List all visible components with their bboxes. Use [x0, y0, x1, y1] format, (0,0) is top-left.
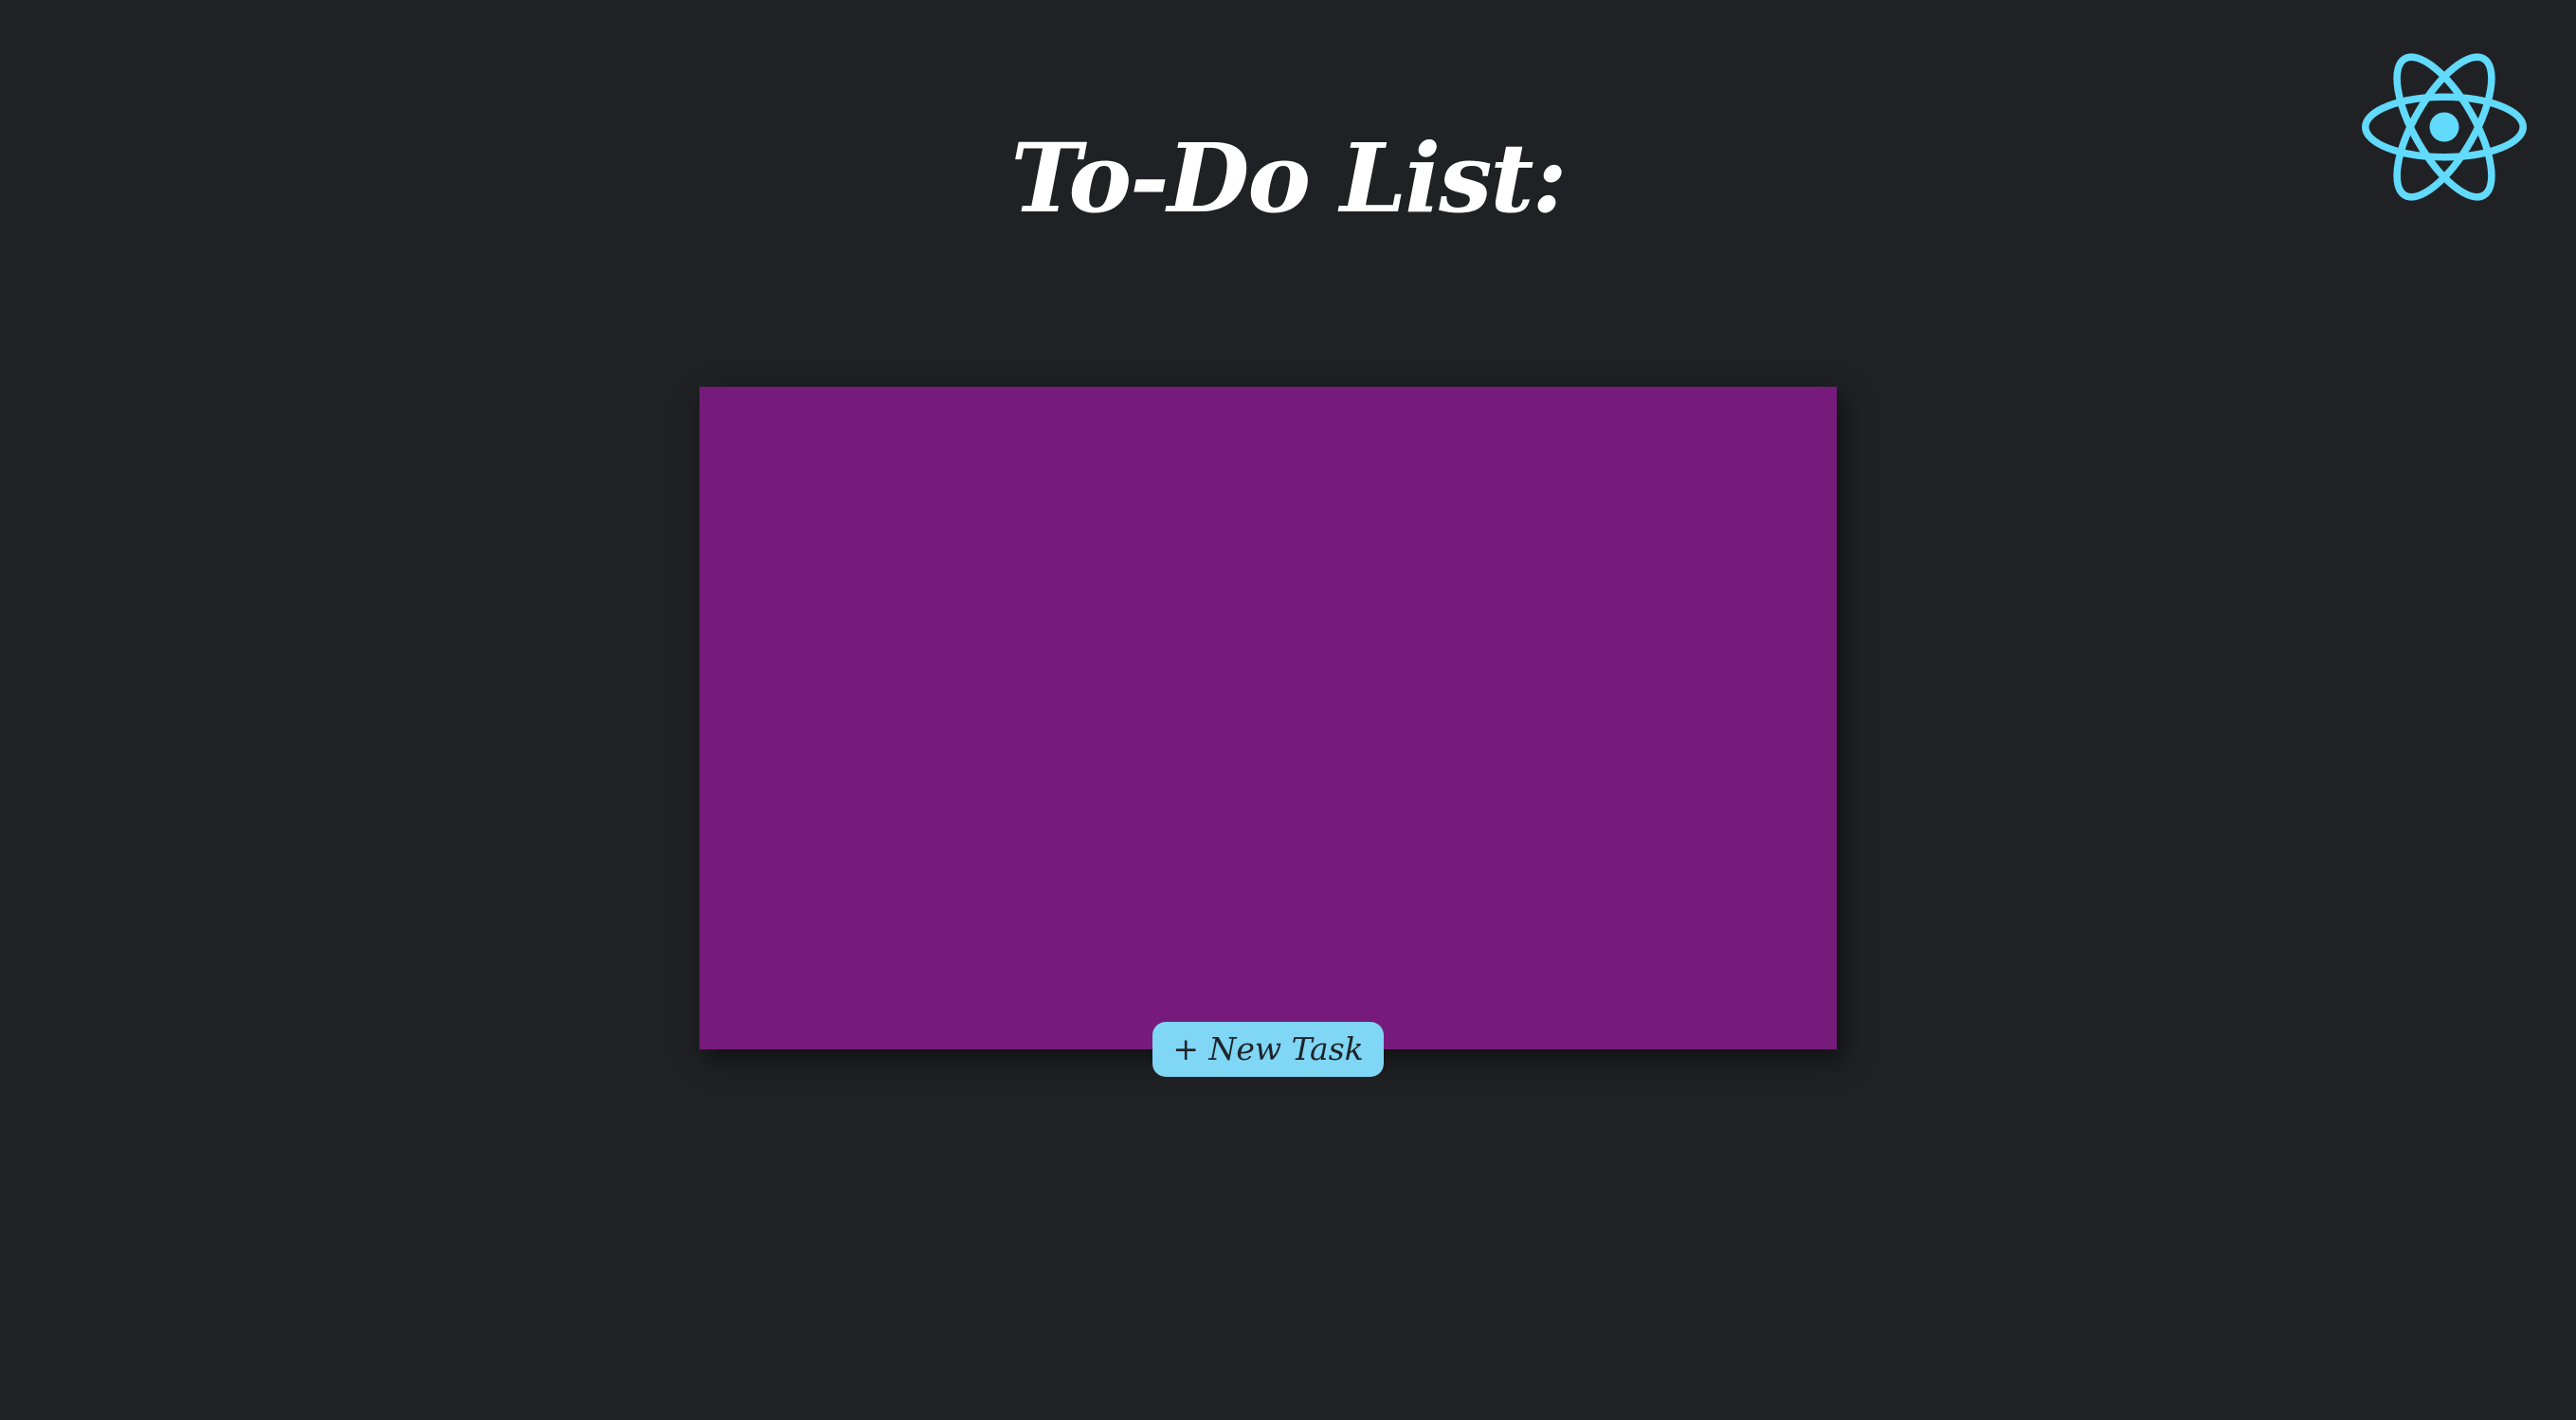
page-title: To-Do List:	[1010, 122, 1567, 234]
new-task-button[interactable]: + New Task	[1152, 1022, 1384, 1077]
task-list-panel	[699, 387, 1837, 1049]
